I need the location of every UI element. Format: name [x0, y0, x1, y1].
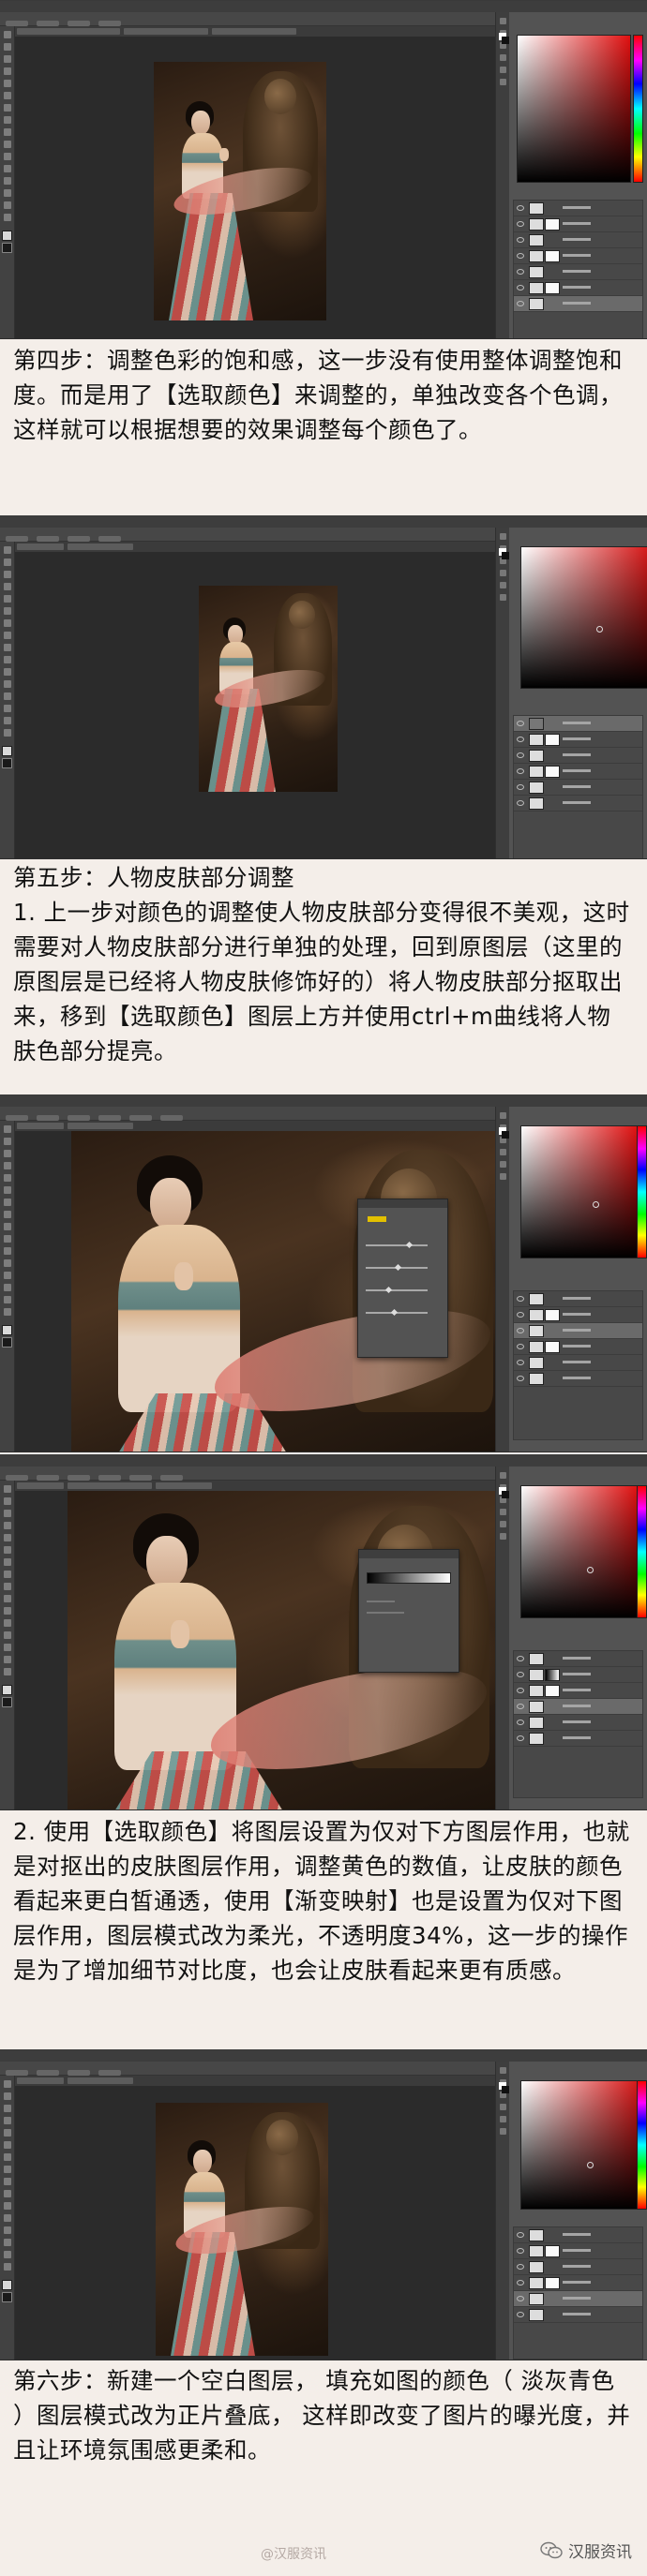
- weibo-watermark: @汉服资讯: [261, 2544, 326, 2563]
- brand-name: 汉服资讯: [568, 2543, 632, 2562]
- hue-slider[interactable]: [633, 35, 643, 183]
- step-5-paragraph: 1. 上一步对颜色的调整使人物皮肤部分变得很不美观，这时需要对人物皮肤部分进行单…: [13, 899, 630, 1065]
- layers-panel: [513, 1290, 643, 1440]
- color-picker-field[interactable]: [520, 2080, 639, 2210]
- step-5-text: 第五步：人物皮肤部分调整 1. 上一步对颜色的调整使人物皮肤部分变得很不美观，这…: [13, 860, 632, 1068]
- portrait-photo: [156, 2103, 328, 2356]
- right-panels: [495, 528, 647, 858]
- hue-slider[interactable]: [637, 1485, 647, 1618]
- tools-panel: [0, 1121, 15, 1452]
- canvas-area: [15, 1131, 495, 1452]
- document-tabs: [15, 1481, 495, 1491]
- right-panels: [495, 1107, 647, 1452]
- right-panels: [495, 1467, 647, 1809]
- photoshop-screenshot-3: [0, 1094, 647, 1452]
- layers-panel: [513, 1650, 643, 1798]
- canvas-area: [15, 2086, 495, 2360]
- wechat-icon: [540, 2541, 563, 2560]
- right-panels: [495, 2062, 647, 2360]
- menu-bar: [0, 2050, 647, 2062]
- canvas-area: [15, 1491, 495, 1809]
- hue-slider[interactable]: [637, 2080, 647, 2210]
- color-picker-field[interactable]: [520, 1125, 639, 1258]
- tools-panel: [0, 2076, 15, 2360]
- portrait-photo: [199, 586, 338, 792]
- photoshop-screenshot-1: [0, 0, 647, 339]
- layers-panel: [513, 2226, 643, 2360]
- step-6-paragraph: 第六步：新建一个空白图层， 填充如图的颜色（ 淡灰青色 ）图层模式改为正片叠底，…: [13, 2367, 631, 2464]
- tools-panel: [0, 26, 15, 338]
- menu-bar: [0, 1, 647, 12]
- canvas-area: [15, 37, 495, 338]
- hue-slider[interactable]: [637, 1125, 647, 1258]
- watermark-text: @汉服资讯: [261, 2547, 326, 2562]
- menu-bar: [0, 1455, 647, 1467]
- menu-bar: [0, 516, 647, 528]
- color-picker-field[interactable]: [517, 35, 631, 183]
- step-4-text: 第四步：调整色彩的饱和感，这一步没有使用整体调整饱和度。而是用了【选取颜色】来调…: [13, 343, 632, 447]
- tools-panel: [0, 1481, 15, 1809]
- document-tabs: [15, 1121, 495, 1131]
- step-5-title: 第五步：人物皮肤部分调整: [13, 864, 294, 891]
- document-tabs: [15, 542, 495, 552]
- step-5-2-paragraph: 2. 使用【选取颜色】将图层设置为仅对下方图层作用，也就是对抠出的皮肤图层作用，…: [13, 1818, 630, 1984]
- layers-panel: [513, 715, 643, 858]
- photoshop-screenshot-2: [0, 515, 647, 859]
- menu-bar: [0, 1095, 647, 1107]
- wechat-brand: 汉服资讯: [540, 2539, 632, 2562]
- color-picker-field[interactable]: [520, 546, 647, 689]
- step-4-paragraph: 第四步：调整色彩的饱和感，这一步没有使用整体调整饱和度。而是用了【选取颜色】来调…: [13, 347, 623, 443]
- canvas-area: [15, 552, 495, 858]
- step-5-2-text: 2. 使用【选取颜色】将图层设置为仅对下方图层作用，也就是对抠出的皮肤图层作用，…: [13, 1814, 632, 1988]
- photoshop-screenshot-4: [0, 1454, 647, 1810]
- document-tabs: [15, 26, 495, 37]
- selective-color-dialog[interactable]: [357, 1199, 448, 1358]
- layers-panel: [513, 200, 643, 338]
- color-picker-field[interactable]: [520, 1485, 639, 1618]
- right-panels: [495, 12, 647, 338]
- gradient-map-dialog[interactable]: [358, 1549, 459, 1673]
- tools-panel: [0, 542, 15, 858]
- photoshop-screenshot-5: [0, 2049, 647, 2360]
- step-6-text: 第六步：新建一个空白图层， 填充如图的颜色（ 淡灰青色 ）图层模式改为正片叠底，…: [13, 2363, 632, 2467]
- portrait-photo: [154, 62, 326, 320]
- document-tabs: [15, 2076, 495, 2086]
